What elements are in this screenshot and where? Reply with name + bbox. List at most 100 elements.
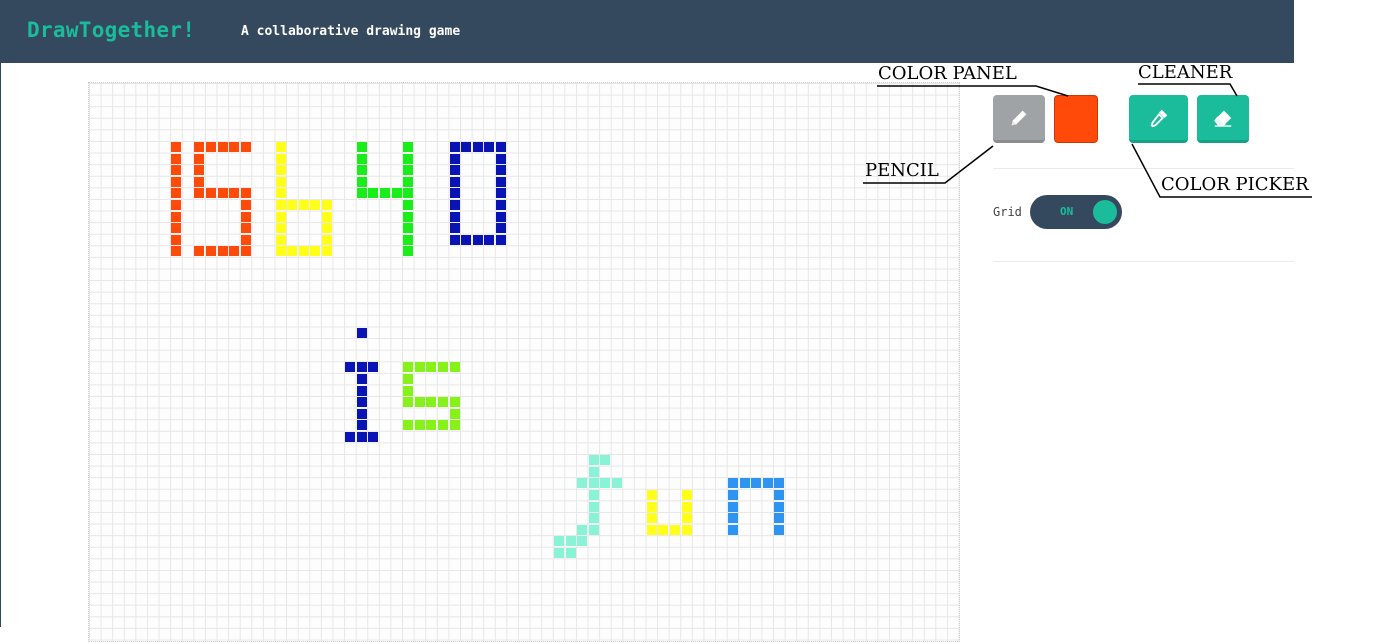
pixel	[774, 501, 785, 512]
pixel	[171, 165, 182, 176]
pencil-button[interactable]	[993, 95, 1045, 143]
pixel	[472, 142, 483, 152]
pixel	[403, 374, 414, 384]
pixel	[194, 176, 205, 187]
pixel	[403, 234, 414, 245]
pixel	[496, 234, 506, 245]
grid-toggle-knob[interactable]	[1093, 200, 1117, 224]
divider	[993, 261, 1294, 262]
pixel	[403, 200, 414, 210]
pixel	[287, 200, 298, 210]
pixel	[171, 142, 182, 152]
pixel	[588, 478, 599, 489]
pixel	[194, 188, 205, 199]
pixel	[588, 490, 599, 500]
pixel	[275, 200, 286, 210]
pixel	[484, 142, 495, 152]
pixel	[612, 478, 622, 489]
pixel	[565, 548, 576, 558]
pixel	[449, 408, 460, 419]
pixel	[356, 432, 367, 442]
pixel	[356, 153, 367, 164]
cleaner-button[interactable]	[1197, 95, 1249, 143]
pixel	[426, 420, 437, 431]
pixel	[426, 397, 437, 408]
pixel	[217, 188, 228, 199]
pixel	[287, 246, 298, 257]
pixel	[345, 432, 356, 442]
pixel	[368, 432, 379, 442]
app-header: DrawTogether! A collaborative drawing ga…	[0, 0, 1294, 63]
pixel	[171, 234, 182, 245]
annotation-cleaner: CLEANER	[1138, 62, 1233, 83]
pixel	[670, 524, 680, 535]
pixel	[646, 513, 657, 524]
pixel	[310, 246, 321, 257]
pixel	[206, 246, 216, 257]
pixel	[380, 188, 390, 199]
drawing-canvas[interactable]	[88, 82, 960, 642]
pixel	[403, 176, 414, 187]
pixel	[356, 176, 367, 187]
pixel	[449, 142, 460, 152]
pixel	[310, 200, 321, 210]
pixel	[194, 246, 205, 257]
pixel	[240, 211, 251, 222]
pixel	[438, 397, 448, 408]
pixel	[171, 246, 182, 257]
pixel	[728, 513, 738, 524]
pixel	[496, 153, 506, 164]
pixel	[298, 200, 309, 210]
pixel	[171, 200, 182, 210]
pixel	[472, 234, 483, 245]
drawn-pixels	[89, 83, 961, 643]
color-panel-swatch[interactable]	[1054, 95, 1098, 143]
pixel	[229, 142, 240, 152]
pixel	[751, 478, 762, 489]
eyedropper-icon	[1150, 109, 1167, 127]
pixel	[356, 397, 367, 408]
pixel	[229, 246, 240, 257]
pixel	[240, 223, 251, 234]
pixel	[774, 513, 785, 524]
pixel	[356, 374, 367, 384]
pixel	[217, 142, 228, 152]
pixel	[449, 165, 460, 176]
pixel	[681, 513, 692, 524]
pencil-icon	[1011, 110, 1027, 125]
pixel	[565, 536, 576, 547]
pixel	[449, 176, 460, 187]
pixel	[496, 211, 506, 222]
pixel	[600, 455, 611, 466]
pixel	[414, 362, 425, 373]
pixel	[449, 188, 460, 199]
color-picker-button[interactable]	[1129, 95, 1188, 143]
pixel	[322, 234, 332, 245]
pixel	[588, 455, 599, 466]
pixel	[171, 153, 182, 164]
pixel	[391, 188, 402, 199]
pixel	[356, 188, 367, 199]
pixel	[194, 142, 205, 152]
pixel	[449, 234, 460, 245]
pixel	[496, 188, 506, 199]
divider	[993, 168, 1294, 169]
pixel	[728, 478, 738, 489]
app-title[interactable]: DrawTogether!	[27, 18, 195, 42]
pixel	[322, 246, 332, 257]
pixel	[461, 142, 472, 152]
app-subtitle: A collaborative drawing game	[241, 24, 461, 39]
pixel	[600, 478, 611, 489]
pixel	[403, 246, 414, 257]
grid-toggle[interactable]: ON	[1030, 195, 1122, 229]
pixel	[658, 524, 669, 535]
pixel	[449, 397, 460, 408]
pixel	[449, 223, 460, 234]
pixel	[356, 362, 367, 373]
pixel	[345, 362, 356, 373]
pixel	[414, 397, 425, 408]
pixel	[403, 153, 414, 164]
pixel	[496, 200, 506, 210]
pixel	[275, 142, 286, 152]
pixel	[240, 188, 251, 199]
